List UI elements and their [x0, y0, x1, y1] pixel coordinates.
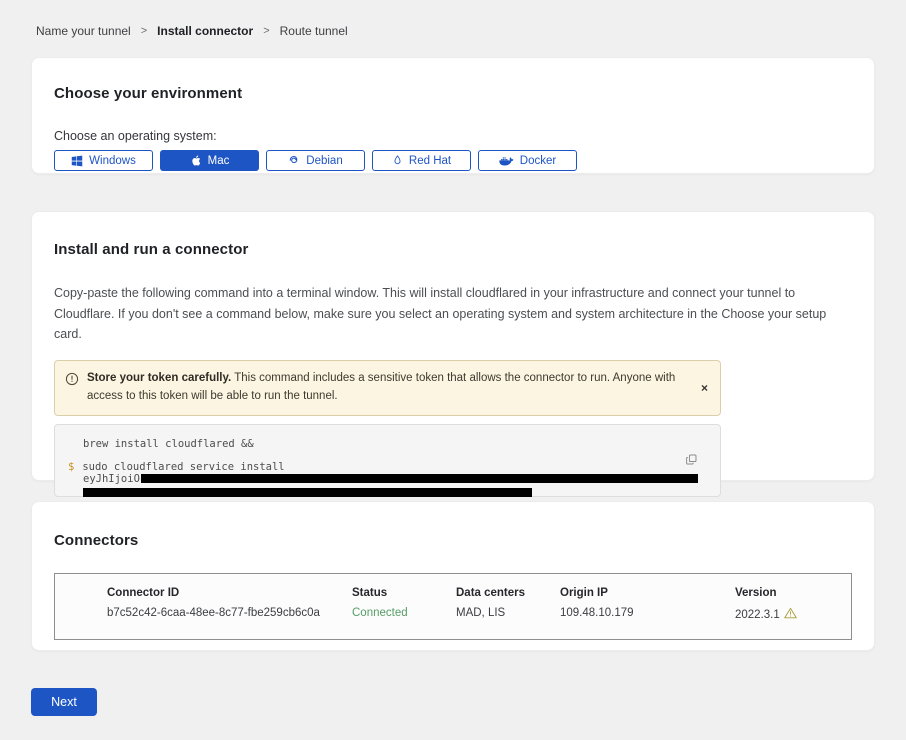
page: Name your tunnel > Install connector > R…: [0, 0, 906, 651]
column-header-origin-ip: Origin IP: [560, 587, 735, 599]
breadcrumb-item-install-connector[interactable]: Install connector: [157, 24, 253, 38]
shell-prompt: $: [68, 461, 74, 473]
install-card-title: Install and run a connector: [54, 241, 852, 258]
code-line-sudo: $ sudo cloudflared service install: [68, 461, 706, 473]
code-line-token: eyJhIjoiO: [83, 473, 706, 485]
breadcrumb-item-route-tunnel[interactable]: Route tunnel: [280, 24, 348, 38]
warning-triangle-icon[interactable]: [784, 607, 797, 622]
column-header-status: Status: [352, 587, 456, 599]
connectors-card: Connectors Connector ID Status Data cent…: [31, 501, 875, 651]
token-prefix-text: eyJhIjoiO: [83, 473, 140, 485]
install-connector-card: Install and run a connector Copy-paste t…: [31, 211, 875, 481]
docker-icon: [499, 155, 514, 166]
code-command-text: sudo cloudflared service install: [82, 461, 284, 473]
connector-version-text: 2022.3.1: [735, 609, 780, 621]
install-description: Copy-paste the following command into a …: [54, 283, 852, 345]
install-command-code-block: brew install cloudflared && $ sudo cloud…: [54, 424, 721, 497]
close-icon[interactable]: ×: [701, 382, 708, 394]
os-button-redhat[interactable]: Red Hat: [372, 150, 471, 171]
connector-version-cell: 2022.3.1: [735, 607, 851, 622]
os-button-label: Docker: [520, 155, 556, 167]
connector-id-cell: b7c52c42-6caa-48ee-8c77-fbe259cb6c0a: [107, 607, 352, 622]
breadcrumb-separator: >: [141, 25, 147, 37]
token-warning-title: Store your token carefully.: [87, 372, 231, 384]
copy-icon[interactable]: [685, 453, 698, 469]
os-button-label: Red Hat: [409, 155, 451, 167]
breadcrumb-item-name-tunnel[interactable]: Name your tunnel: [36, 24, 131, 38]
column-header-connector-id: Connector ID: [107, 587, 352, 599]
os-button-windows[interactable]: Windows: [54, 150, 153, 171]
alert-circle-icon: [65, 372, 79, 391]
os-button-mac[interactable]: Mac: [160, 150, 259, 171]
connector-status-cell: Connected: [352, 607, 456, 622]
os-button-label: Mac: [208, 155, 230, 167]
breadcrumb-separator: >: [263, 25, 269, 37]
redhat-icon: [392, 154, 403, 167]
os-button-docker[interactable]: Docker: [478, 150, 577, 171]
code-line-token-2: [68, 485, 706, 500]
token-warning-text: Store your token carefully. This command…: [87, 370, 708, 406]
windows-icon: [71, 155, 83, 167]
connectors-card-title: Connectors: [54, 532, 852, 549]
connectors-table: Connector ID Status Data centers Origin …: [54, 573, 852, 640]
os-button-label: Debian: [306, 155, 342, 167]
environment-card: Choose your environment Choose an operat…: [31, 57, 875, 174]
column-header-version: Version: [735, 587, 851, 599]
apple-icon: [190, 154, 202, 167]
os-button-group: Windows Mac Debian Red Hat: [54, 150, 852, 171]
os-select-label: Choose an operating system:: [54, 129, 852, 143]
os-button-label: Windows: [89, 155, 136, 167]
redacted-token-bar: [83, 488, 532, 497]
debian-icon: [288, 155, 300, 167]
column-header-data-centers: Data centers: [456, 587, 560, 599]
connector-origin-ip-cell: 109.48.10.179: [560, 607, 735, 622]
os-button-debian[interactable]: Debian: [266, 150, 365, 171]
environment-card-title: Choose your environment: [54, 85, 852, 102]
next-button[interactable]: Next: [31, 688, 97, 716]
code-line-brew: brew install cloudflared &&: [83, 438, 706, 450]
token-warning-banner: Store your token carefully. This command…: [54, 360, 721, 416]
breadcrumb: Name your tunnel > Install connector > R…: [31, 0, 875, 38]
connector-data-centers-cell: MAD, LIS: [456, 607, 560, 622]
redacted-token-bar: [141, 474, 698, 483]
